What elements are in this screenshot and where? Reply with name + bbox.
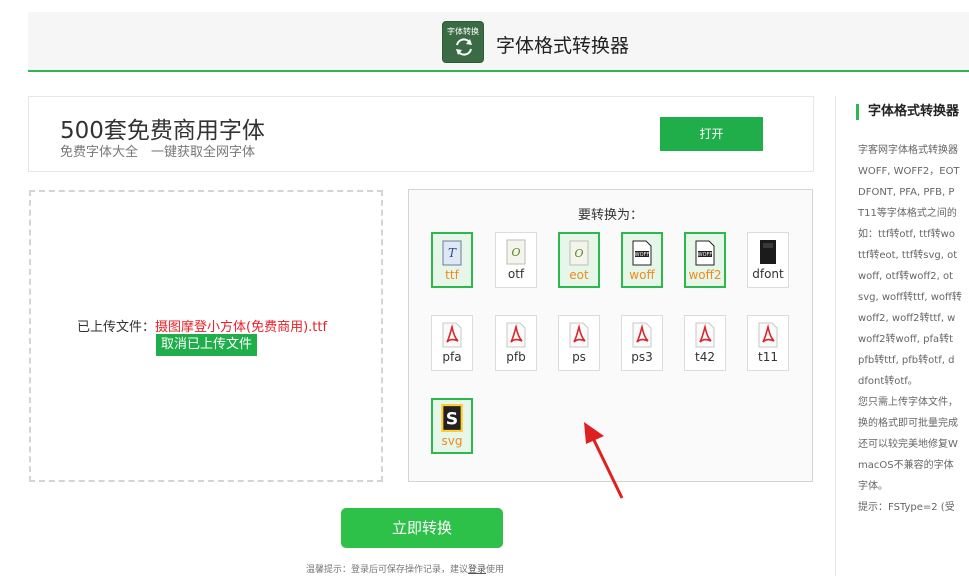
- format-label: ttf: [445, 268, 459, 282]
- format-label: ps3: [631, 350, 653, 364]
- promo-subtitle: 免费字体大全 一键获取全网字体: [60, 145, 256, 160]
- sidebar-description: 字客网字体格式转换器 WOFF, WOFF2，EOT DFONT, PFA, PFB…: [858, 140, 969, 518]
- red-arrow-icon: [584, 422, 624, 499]
- sidebar-text-line: woff2, woff2转ttf, w: [858, 313, 956, 324]
- format-label: t42: [695, 350, 715, 364]
- uploaded-file-line: 已上传文件：摄图摩登小方体(免费商用).ttf: [77, 316, 327, 335]
- format-label: otf: [507, 267, 525, 281]
- uploaded-file-name: 摄图摩登小方体(免费商用).ttf: [155, 320, 328, 335]
- svg-text:O: O: [574, 247, 583, 260]
- sidebar-text-line: 字客网字体格式转换器: [858, 145, 958, 156]
- site-title: 字体格式转换器: [496, 35, 630, 57]
- sidebar-title: 字体格式转换器: [856, 104, 959, 120]
- sidebar-text-line: woff, otf转woff2, ot: [858, 271, 954, 282]
- format-option-t42[interactable]: t42: [684, 315, 726, 371]
- cancel-upload-button[interactable]: 取消已上传文件: [156, 334, 258, 356]
- sidebar-text-line: macOS不兼容的字体: [858, 460, 954, 471]
- promo-banner: 500套免费商用字体 免费字体大全 一键获取全网字体 打开: [28, 96, 814, 172]
- uploaded-file-label: 已上传文件：: [77, 320, 156, 335]
- format-option-otf[interactable]: Ootf: [495, 232, 537, 288]
- svg-text:O: O: [511, 246, 520, 259]
- format-label: ps: [572, 350, 586, 364]
- format-option-dfont[interactable]: dfont: [747, 232, 789, 288]
- sidebar-text-line: T11等字体格式之间的: [858, 208, 957, 219]
- format-label: svg: [441, 434, 463, 448]
- sidebar-text-line: pfb转ttf, pfb转otf, d: [858, 355, 955, 366]
- format-label: dfont: [752, 267, 784, 281]
- format-option-ttf[interactable]: Tttf: [431, 232, 473, 288]
- sidebar-text-line: WOFF, WOFF2，EOT: [858, 166, 960, 177]
- sidebar-text-line: DFONT, PFA, PFB, P: [858, 187, 955, 198]
- svg-text:S: S: [446, 409, 458, 429]
- format-option-ps[interactable]: ps: [558, 315, 600, 371]
- logo-text: 字体转换: [447, 27, 479, 36]
- sidebar-text-line: 提示：FSType=2 (受: [858, 502, 955, 513]
- format-option-pfa[interactable]: pfa: [431, 315, 473, 371]
- sidebar-text-line: 您只需上传字体文件，: [858, 397, 958, 408]
- right-sidebar: 字体格式转换器 字客网字体格式转换器 WOFF, WOFF2，EOT DFONT, …: [835, 96, 969, 576]
- sidebar-text-line: 还可以较完美地修复W: [858, 439, 958, 450]
- format-label: eot: [569, 268, 589, 282]
- format-option-eot[interactable]: Oeot: [558, 232, 600, 288]
- site-logo[interactable]: 字体转换: [442, 21, 484, 63]
- svg-text:WOFF: WOFF: [635, 252, 650, 258]
- format-option-t11[interactable]: t11: [747, 315, 789, 371]
- format-option-woff[interactable]: WOFF woff: [621, 232, 663, 288]
- promo-title: 500套免费商用字体: [60, 118, 265, 144]
- format-label: woff: [629, 268, 655, 282]
- format-option-ps3[interactable]: ps3: [621, 315, 663, 371]
- sidebar-text-line: 换的格式即可批量完成: [858, 418, 958, 429]
- sidebar-text-line: 如：ttf转otf, ttf转wo: [858, 229, 955, 240]
- convert-now-button[interactable]: 立即转换: [341, 508, 503, 548]
- format-label: t11: [758, 350, 778, 364]
- login-tip: 温馨提示：登录后可保存操作记录，建议登录使用: [306, 562, 504, 575]
- format-option-pfb[interactable]: pfb: [495, 315, 537, 371]
- upload-dropzone[interactable]: 已上传文件：摄图摩登小方体(免费商用).ttf 取消已上传文件: [29, 190, 383, 482]
- tip-suffix: 使用: [486, 565, 505, 575]
- page: 字体转换 字体格式转换器 500套免费商用字体 免费字体大全 一键获取全网字体 …: [0, 0, 969, 576]
- format-label: pfa: [442, 350, 462, 364]
- tip-prefix: 温馨提示：登录后可保存操作记录，建议: [306, 565, 469, 575]
- target-format-title: 要转换为：: [577, 208, 643, 223]
- sidebar-text-line: 字体。: [858, 481, 888, 492]
- sidebar-text-line: dfont转otf。: [858, 376, 918, 387]
- format-option-woff2[interactable]: WOFF woff2: [684, 232, 726, 288]
- sidebar-text-line: ttf转eot, ttf转svg, ot: [858, 250, 958, 261]
- format-option-svg[interactable]: Ssvg: [431, 398, 473, 454]
- login-link[interactable]: 登录: [468, 565, 486, 575]
- open-button[interactable]: 打开: [660, 117, 763, 151]
- sidebar-text-line: woff2转woff, pfa转t: [858, 334, 954, 345]
- svg-text:T: T: [448, 246, 457, 260]
- svg-text:WOFF: WOFF: [698, 252, 713, 258]
- format-label: pfb: [506, 350, 526, 364]
- convert-arrows-icon: [456, 38, 472, 56]
- format-label: woff2: [688, 268, 722, 282]
- sidebar-text-line: svg, woff转ttf, woff转: [858, 292, 962, 303]
